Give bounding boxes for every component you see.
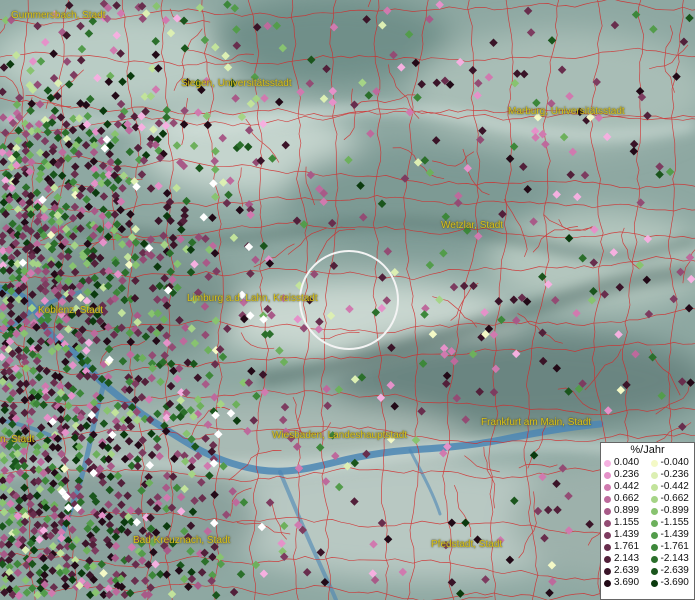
legend-swatch [604, 555, 611, 563]
legend-entry: 2.143 [601, 553, 648, 565]
legend-value: -0.236 [660, 469, 689, 480]
legend-row: 0.442 -0.442 [601, 481, 694, 493]
legend-entry: -0.442 [648, 481, 695, 493]
legend-swatch [604, 519, 611, 527]
legend-swatch [650, 555, 658, 563]
legend-entry: -1.439 [648, 529, 695, 541]
legend-value: -0.899 [660, 505, 689, 516]
legend-entry: -2.143 [648, 553, 695, 565]
legend-entry: -0.236 [648, 469, 695, 481]
city-label-wiesbaden: Wiesbaden, Landeshauptstadt [272, 430, 408, 441]
legend-swatch [650, 543, 658, 551]
legend-value: -0.442 [660, 481, 689, 492]
legend-entry: -0.899 [648, 505, 695, 517]
legend-entry: 3.690 [601, 577, 648, 589]
legend-value: 2.143 [614, 553, 640, 564]
legend-row: 0.236 -0.236 [601, 469, 694, 481]
city-label-siegen: Siegen, Universitätsstadt [181, 78, 292, 89]
legend-row: 0.899 -0.899 [601, 505, 694, 517]
legend-entry: -3.690 [648, 577, 695, 589]
legend-value: 1.155 [614, 517, 640, 528]
legend-entry: 0.662 [601, 493, 648, 505]
legend-value: 1.761 [614, 541, 640, 552]
legend-value: -2.143 [660, 553, 689, 564]
legend-entry: 2.639 [601, 565, 648, 577]
legend-entry: 0.236 [601, 469, 648, 481]
legend-row: 2.639 -2.639 [601, 565, 694, 577]
city-label-bad-kreuznach: Bad Kreuznach, Stadt [133, 535, 231, 546]
legend-value: 2.639 [614, 565, 640, 576]
legend-swatch [650, 531, 658, 539]
legend-swatch [650, 579, 658, 587]
legend-row: 0.662 -0.662 [601, 493, 694, 505]
legend-row: 1.155 -1.155 [601, 517, 694, 529]
legend-value: -1.761 [660, 541, 689, 552]
city-label-wetzlar: Wetzlar, Stadt [441, 220, 504, 231]
legend-value: 0.040 [614, 457, 640, 468]
city-label-marburg: Marburg, Universitätsstadt [508, 106, 625, 117]
legend-swatch [650, 471, 658, 479]
legend-entry: -0.662 [648, 493, 695, 505]
legend-swatch [604, 507, 611, 515]
legend-swatch [604, 483, 611, 491]
legend-swatch [650, 459, 658, 467]
legend-swatch [604, 567, 611, 575]
legend-entry: 1.761 [601, 541, 648, 553]
city-label-koblenz: Koblenz, Stadt [38, 305, 104, 316]
legend-swatch [604, 579, 611, 587]
legend-swatch [604, 471, 611, 479]
legend-entry: -0.040 [648, 457, 695, 469]
legend-swatch [604, 531, 611, 539]
legend-value: -0.040 [660, 457, 689, 468]
legend-swatch [650, 483, 658, 491]
legend-swatch [604, 543, 611, 551]
legend-entry: -2.639 [648, 565, 695, 577]
city-label-frankfurt: Frankfurt am Main, Stadt [481, 417, 592, 428]
legend-entry: 0.040 [601, 457, 648, 469]
legend-value: -1.155 [660, 517, 689, 528]
legend-row: 3.690 -3.690 [601, 577, 694, 589]
legend-value: 1.439 [614, 529, 640, 540]
legend-title: %/Jahr [630, 444, 665, 456]
legend-value: 3.690 [614, 577, 640, 588]
legend-value: -0.662 [660, 493, 689, 504]
legend-swatch [650, 495, 658, 503]
legend-value: 0.442 [614, 481, 640, 492]
legend-value: -3.690 [660, 577, 689, 588]
city-label-partial: n, Stadt [0, 434, 35, 445]
legend-swatch [604, 459, 611, 467]
legend-entry: -1.761 [648, 541, 695, 553]
legend: %/Jahr 0.040 -0.040 0.236 -0.236 0.442 -0.442… [600, 442, 695, 600]
legend-entry: 0.899 [601, 505, 648, 517]
legend-row: 1.761 -1.761 [601, 541, 694, 553]
legend-row: 1.439 -1.439 [601, 529, 694, 541]
legend-rows: 0.040 -0.040 0.236 -0.236 0.442 -0.442 0.662 -0… [601, 457, 694, 589]
legend-value: -2.639 [660, 565, 689, 576]
map-view[interactable]: Gummersbach, Stadt Siegen, Universitätss… [0, 0, 695, 600]
legend-swatch [604, 495, 611, 503]
city-label-pfedstadt: Pfedstadt, Stadt [431, 539, 503, 550]
legend-row: 0.040 -0.040 [601, 457, 694, 469]
legend-swatch [650, 567, 658, 575]
city-label-gummersbach: Gummersbach, Stadt [11, 10, 106, 21]
legend-value: -1.439 [660, 529, 689, 540]
legend-value: 0.236 [614, 469, 640, 480]
legend-swatch [650, 519, 658, 527]
legend-entry: 1.155 [601, 517, 648, 529]
legend-row: 2.143 -2.143 [601, 553, 694, 565]
terrain-layer [0, 0, 695, 600]
legend-swatch [650, 507, 658, 515]
legend-entry: 0.442 [601, 481, 648, 493]
city-label-limburg: Limburg a.d. Lahn, Kreisstadt [187, 293, 318, 304]
legend-value: 0.899 [614, 505, 640, 516]
legend-entry: -1.155 [648, 517, 695, 529]
legend-value: 0.662 [614, 493, 640, 504]
legend-entry: 1.439 [601, 529, 648, 541]
